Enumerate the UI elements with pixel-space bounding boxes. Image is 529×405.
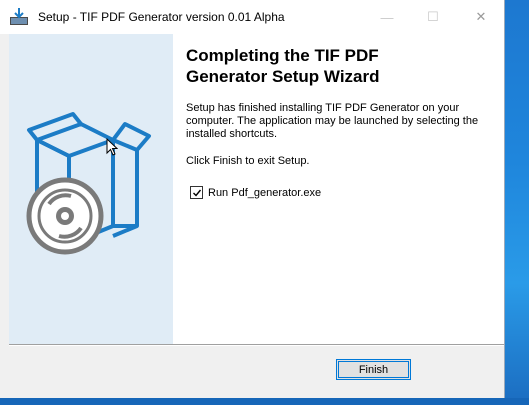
desktop-background — [505, 0, 529, 405]
run-app-label[interactable]: Run Pdf_generator.exe — [208, 187, 321, 199]
box-disc-icon — [26, 112, 151, 255]
setup-window: Setup - TIF PDF Generator version 0.01 A… — [0, 0, 505, 398]
finish-button[interactable]: Finish — [336, 359, 411, 380]
run-app-checkbox[interactable] — [190, 186, 203, 199]
run-app-checkbox-row[interactable]: Run Pdf_generator.exe — [190, 186, 321, 199]
wizard-heading: Completing the TIF PDF Generator Setup W… — [186, 46, 380, 86]
title-bar[interactable]: Setup - TIF PDF Generator version 0.01 A… — [0, 0, 504, 34]
close-button[interactable]: ✕ — [458, 0, 504, 34]
desktop-background-bottom — [0, 398, 529, 405]
maximize-button[interactable]: ☐ — [410, 0, 456, 34]
wizard-body-text: Setup has finished installing TIF PDF Ge… — [186, 102, 479, 140]
wizard-page: Completing the TIF PDF Generator Setup W… — [9, 34, 504, 344]
installer-app-icon — [8, 6, 34, 28]
checkmark-icon — [192, 189, 201, 197]
finish-prompt: Click Finish to exit Setup. — [186, 155, 310, 167]
window-title: Setup - TIF PDF Generator version 0.01 A… — [38, 10, 285, 24]
wizard-banner — [9, 34, 173, 344]
minimize-button[interactable]: — — [364, 0, 410, 34]
divider-highlight — [9, 345, 504, 346]
mouse-cursor-icon — [106, 138, 118, 156]
